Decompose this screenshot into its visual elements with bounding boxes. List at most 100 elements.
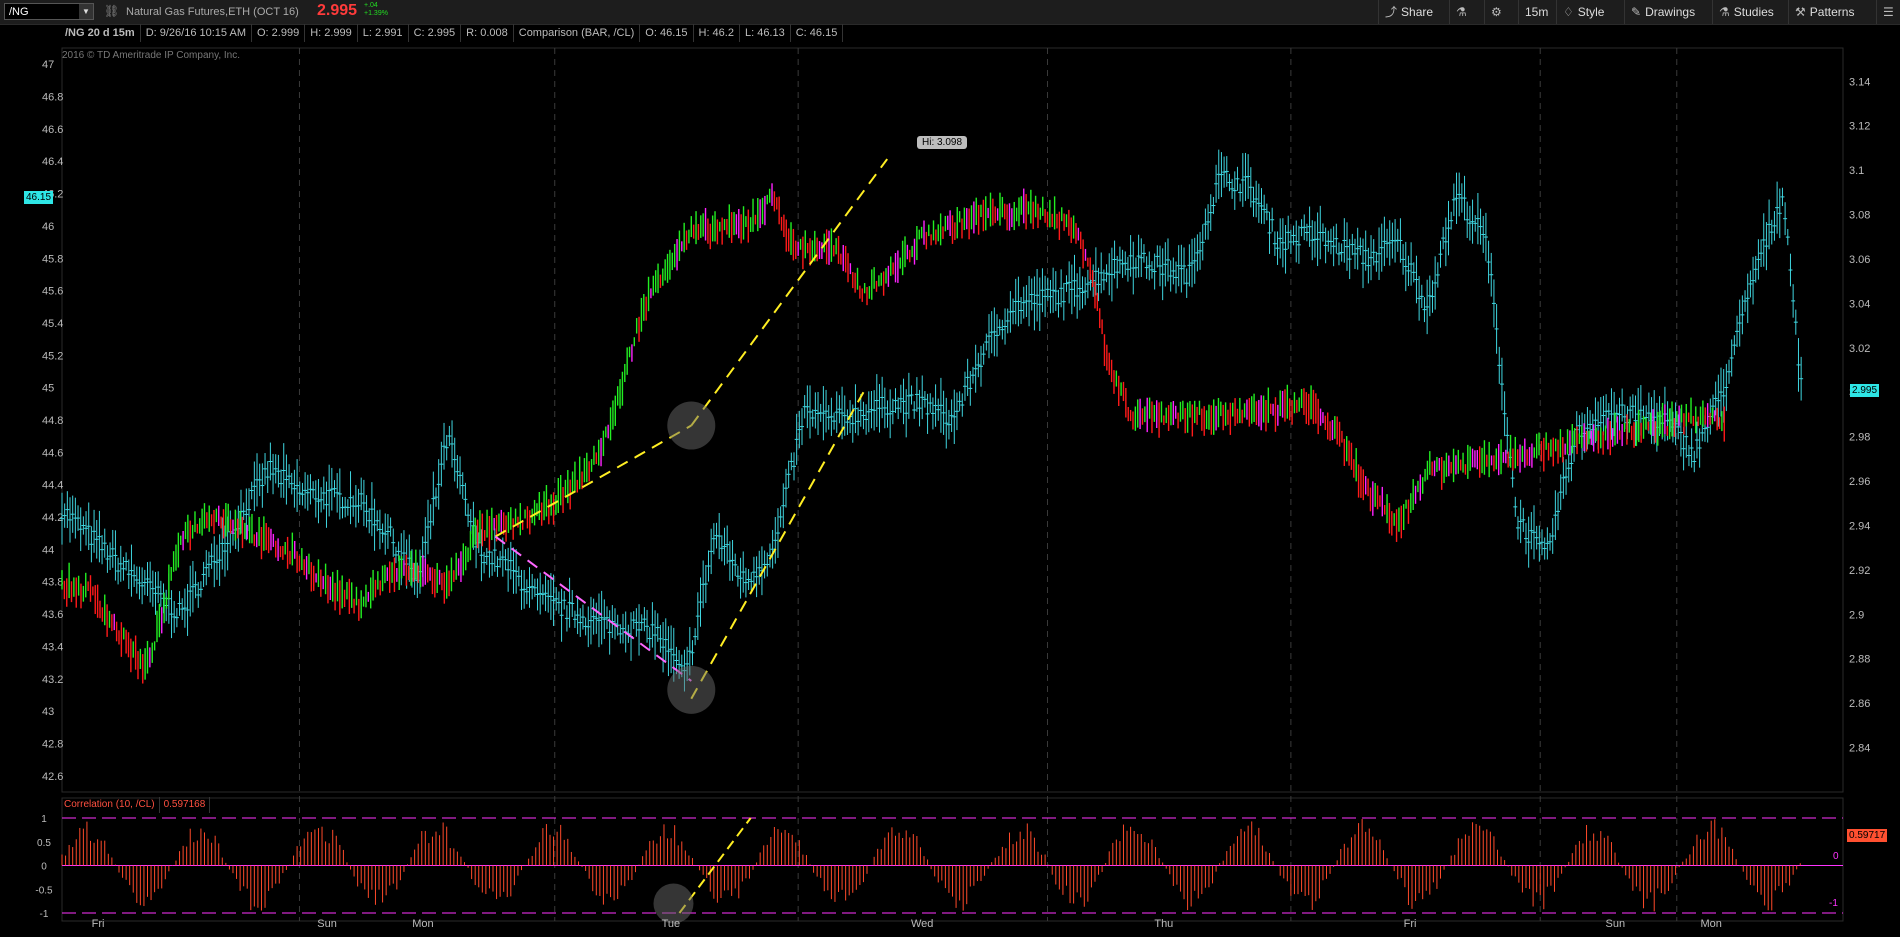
share-label: Share	[1401, 5, 1434, 19]
left-tick-label: 43.4	[42, 641, 63, 653]
studies-label: Studies	[1733, 5, 1774, 19]
studies-icon: ⚗	[1719, 5, 1730, 19]
timeframe-label: 15m	[1525, 5, 1549, 19]
left-tick-label: 42.8	[42, 738, 63, 750]
left-tick-label: 46.6	[42, 124, 63, 136]
highlight-circle	[667, 401, 716, 450]
symbol-text: /NG	[9, 6, 29, 18]
flask-button[interactable]: ⚗	[1449, 0, 1477, 24]
left-axis-ticks: 42.6 42.8 43 43.2 43.4 43.6 43.8 44 44.2 44.4 44.6…	[42, 59, 63, 783]
price-chart[interactable]: 42.6 42.8 43 43.2 43.4 43.6 43.8 44 44.2 44.4 44.6…	[0, 24, 1900, 937]
left-tick-label: 44.2	[42, 512, 63, 524]
patterns-button[interactable]: ⚒ Patterns	[1788, 0, 1860, 24]
left-tick-label: 43	[42, 706, 54, 718]
patterns-icon: ⚒	[1795, 5, 1806, 19]
left-tick-label: 44	[42, 544, 54, 556]
right-tick-label: 3.14	[1849, 76, 1870, 88]
day-label: Sun	[317, 918, 337, 930]
corr-tick-label: -0.5	[35, 885, 53, 896]
trend-line-ng-up	[494, 424, 692, 538]
correlation-value: 0.597168	[160, 797, 211, 813]
correlation-zero-label: 0	[1833, 851, 1839, 862]
left-tick-label: 42.6	[42, 771, 63, 783]
trend-line-cl-up	[690, 391, 865, 700]
left-price-badge: 46.15	[24, 191, 54, 204]
style-label: Style	[1577, 5, 1605, 19]
right-tick-label: 3.12	[1849, 121, 1870, 133]
right-tick-label: 2.9	[1849, 609, 1864, 621]
drawings-button[interactable]: ✎ Drawings	[1624, 0, 1701, 24]
day-label: Fri	[1404, 918, 1417, 930]
last-price: 2.995	[317, 2, 358, 19]
correlation-header: Correlation (10, /CL) 0.597168	[60, 797, 211, 813]
right-tick-label: 2.98	[1849, 432, 1870, 444]
left-tick-label: 44.8	[42, 415, 63, 427]
left-tick-label: 46.4	[42, 156, 63, 168]
correlation-study-name: Correlation (10, /CL)	[60, 797, 160, 813]
left-tick-label: 45.4	[42, 318, 63, 330]
day-label: Sun	[1606, 918, 1626, 930]
day-label: Fri	[92, 918, 105, 930]
right-tick-label: 3.06	[1849, 254, 1870, 266]
left-tick-label: 47	[42, 59, 54, 71]
pencil-icon: ✎	[1631, 5, 1642, 19]
day-label: Thu	[1154, 918, 1173, 930]
correlation-minus-label: -1	[1829, 898, 1838, 909]
left-tick-label: 44.4	[42, 480, 63, 492]
share-button[interactable]: ⤴ Share	[1378, 0, 1439, 24]
right-tick-label: 3.02	[1849, 343, 1870, 355]
left-tick-label: 46.8	[42, 92, 63, 104]
right-tick-label: 2.96	[1849, 476, 1870, 488]
share-icon: ⤴	[1385, 5, 1398, 19]
link-icon[interactable]: ⛓	[104, 4, 119, 18]
right-tick-label: 3.04	[1849, 298, 1870, 310]
right-axis-ticks: 2.842.862.882.92.922.942.962.9833.023.04…	[1849, 76, 1870, 754]
right-price-badge: 2.995	[1850, 384, 1880, 397]
net-change-value: +.04	[364, 2, 378, 9]
day-label: Mon	[1701, 918, 1722, 930]
style-icon: ♢	[1563, 5, 1574, 19]
right-tick-label: 3.1	[1849, 165, 1864, 177]
ng-series	[61, 183, 1725, 684]
plot-frame	[61, 47, 1844, 793]
drawings-label: Drawings	[1645, 5, 1696, 19]
x-axis-day-labels: Fri Sun Mon Tue Wed Thu Fri Sun Mon	[92, 918, 1722, 930]
corr-tick-label: 1	[41, 814, 47, 825]
left-tick-label: 45.8	[42, 253, 63, 265]
day-label: Mon	[412, 918, 433, 930]
correlation-pane: 1 0.5 0 -0.5 -1	[35, 814, 1843, 924]
high-label: Hi: 3.098	[917, 136, 968, 149]
percent-change-value: +1.39%	[364, 10, 388, 17]
corr-tick-label: 0.5	[37, 838, 51, 849]
menu-icon: ☰	[1883, 5, 1894, 19]
left-tick-label: 45.6	[42, 286, 63, 298]
top-toolbar: /NG ▼ ⛓ Natural Gas Futures,ETH (OCT 16)…	[0, 0, 1900, 25]
chevron-down-icon[interactable]: ▼	[79, 4, 93, 19]
day-label: Tue	[662, 918, 681, 930]
comparison-series	[60, 149, 1804, 692]
menu-button[interactable]: ☰	[1876, 0, 1900, 24]
correlation-badge: 0.59717	[1847, 829, 1888, 842]
style-button[interactable]: ♢ Style	[1556, 0, 1610, 24]
instrument-description: Natural Gas Futures,ETH (OCT 16)	[126, 6, 299, 18]
right-tick-label: 3.08	[1849, 210, 1870, 222]
right-tick-label: 2.88	[1849, 654, 1870, 666]
left-tick-label: 46	[42, 221, 54, 233]
right-tick-label: 2.86	[1849, 698, 1870, 710]
left-tick-label: 45	[42, 383, 54, 395]
settings-button[interactable]: ⚙	[1484, 0, 1512, 24]
right-tick-label: 2.94	[1849, 520, 1870, 532]
flask-icon: ⚗	[1456, 5, 1467, 19]
left-tick-label: 43.8	[42, 577, 63, 589]
gear-icon: ⚙	[1491, 5, 1502, 19]
day-label: Wed	[911, 918, 933, 930]
left-tick-label: 43.6	[42, 609, 63, 621]
left-tick-label: 43.2	[42, 674, 63, 686]
symbol-input[interactable]: /NG ▼	[4, 3, 94, 20]
corr-tick-label: -1	[40, 909, 49, 920]
left-tick-label: 45.2	[42, 350, 63, 362]
corr-tick-label: 0	[41, 862, 47, 873]
timeframe-button[interactable]: 15m	[1518, 0, 1554, 24]
left-tick-label: 44.6	[42, 447, 63, 459]
studies-button[interactable]: ⚗ Studies	[1712, 0, 1780, 24]
